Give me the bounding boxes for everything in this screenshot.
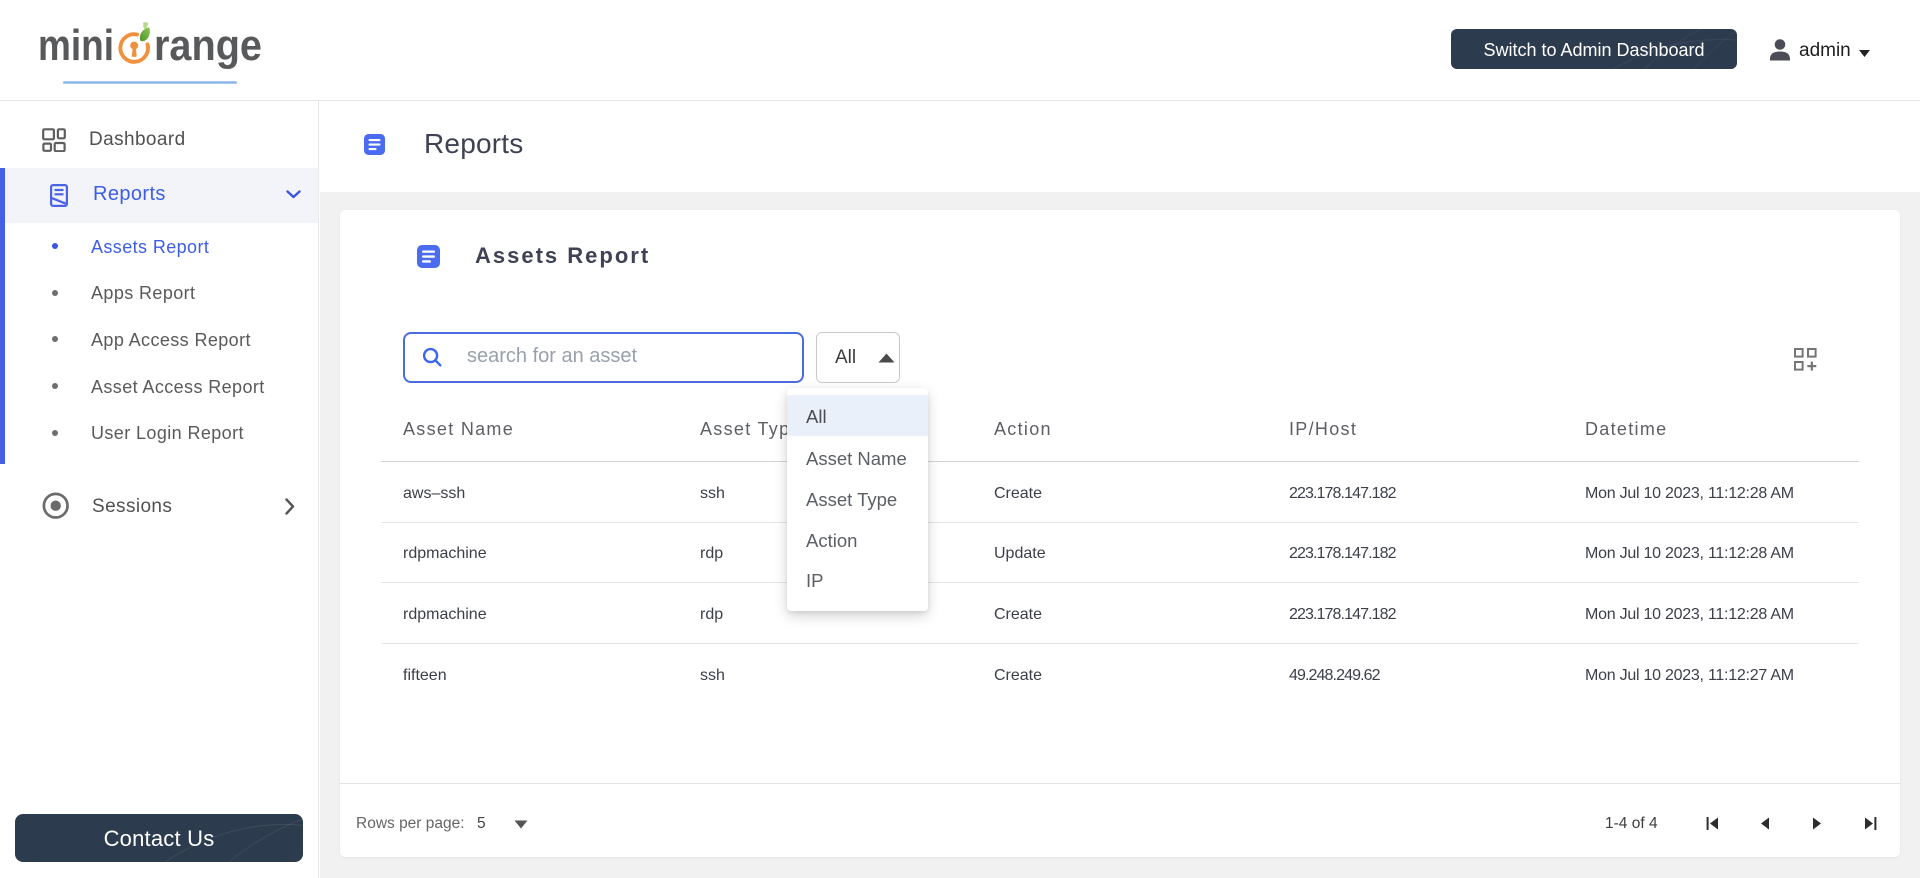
svg-text:range: range [154, 21, 262, 70]
svg-text:mini: mini [38, 21, 114, 70]
